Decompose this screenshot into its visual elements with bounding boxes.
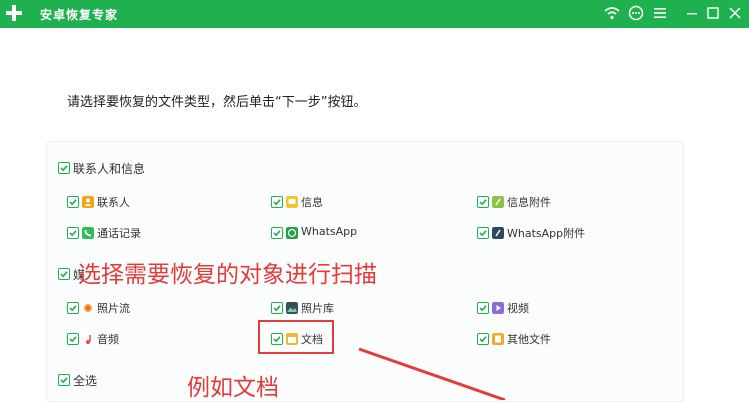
annotation-main: 选择需要恢复的对象进行扫描 — [78, 262, 377, 288]
group-media-checkbox[interactable] — [58, 268, 70, 280]
whatsapp-checkbox[interactable] — [271, 227, 283, 239]
message-attachments-label: 信息附件 — [507, 196, 551, 209]
audio-label: 音频 — [97, 333, 119, 346]
photo-stream-checkbox[interactable] — [67, 302, 79, 314]
minimize-icon[interactable] — [684, 5, 700, 21]
select-all-label: 全选 — [73, 374, 98, 388]
menu-icon[interactable] — [652, 5, 668, 21]
close-icon[interactable] — [727, 5, 743, 21]
call-log-checkbox[interactable] — [67, 227, 79, 239]
whatsapp-attachment-icon — [492, 227, 504, 239]
select-all-checkbox[interactable] — [58, 374, 70, 386]
photo-library-checkbox[interactable] — [271, 302, 283, 314]
audio-checkbox[interactable] — [67, 333, 79, 345]
arrow-icon — [358, 347, 506, 400]
whatsapp-attachments-label: WhatsApp附件 — [507, 227, 586, 240]
video-icon — [492, 302, 504, 314]
video-label: 视频 — [507, 302, 529, 315]
wifi-icon[interactable] — [604, 5, 620, 21]
phone-icon — [82, 227, 94, 239]
app-title: 安卓恢复专家 — [40, 8, 119, 22]
contact-icon — [82, 196, 94, 208]
whatsapp-attachments-checkbox[interactable] — [477, 227, 489, 239]
attachment-icon — [492, 196, 504, 208]
messages-label: 信息 — [301, 196, 323, 209]
contacts-label: 联系人 — [97, 196, 130, 209]
message-attachments-checkbox[interactable] — [477, 196, 489, 208]
messages-checkbox[interactable] — [271, 196, 283, 208]
video-checkbox[interactable] — [477, 302, 489, 314]
group-contacts-label: 联系人和信息 — [73, 162, 146, 176]
whatsapp-label: WhatsApp — [301, 225, 358, 238]
chat-icon[interactable] — [628, 5, 644, 21]
highlight-box — [258, 320, 334, 354]
photo-stream-label: 照片流 — [97, 302, 130, 315]
title-bar: 安卓恢复专家 — [0, 0, 749, 28]
message-icon — [286, 196, 298, 208]
app-logo-icon — [6, 5, 22, 21]
audio-icon — [82, 333, 94, 345]
contacts-checkbox[interactable] — [67, 196, 79, 208]
main-content: 请选择要恢复的文件类型，然后单击“下一步”按钮。 联系人和信息 联系人 信息 信… — [0, 28, 749, 402]
photo-library-label: 照片库 — [301, 302, 334, 315]
annotation-example: 例如文档 — [187, 375, 279, 401]
instruction-text: 请选择要恢复的文件类型，然后单击“下一步”按钮。 — [67, 95, 367, 110]
call-log-label: 通话记录 — [97, 227, 141, 240]
photo-stream-icon — [82, 302, 94, 314]
photo-library-icon — [286, 302, 298, 314]
group-contacts-checkbox[interactable] — [58, 162, 70, 174]
whatsapp-icon — [286, 227, 298, 239]
maximize-icon[interactable] — [705, 5, 721, 21]
